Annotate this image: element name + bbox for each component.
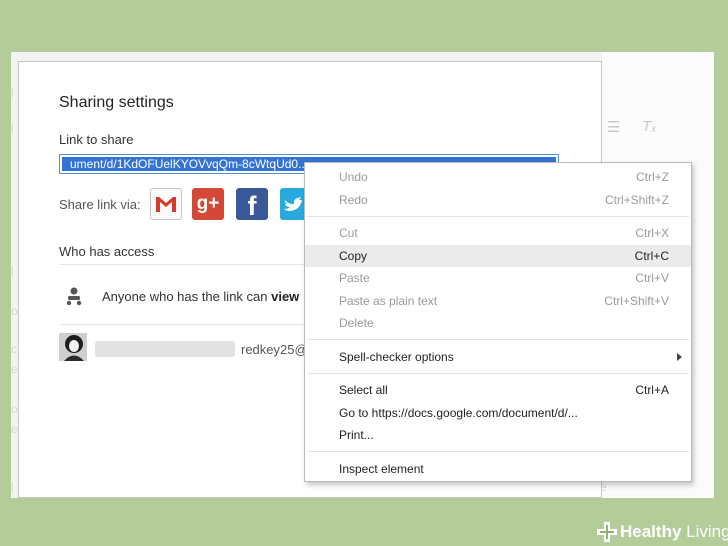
menu-item-paste[interactable]: Paste Ctrl+V [305, 267, 691, 289]
google-plus-icon[interactable]: g+ [192, 188, 224, 220]
brand-name: Healthy Living [620, 522, 728, 541]
user-email: redkey25@ [241, 342, 308, 357]
menu-item-label: Inspect element [339, 462, 424, 476]
menu-item-paste-as-plain-text[interactable]: Paste as plain text Ctrl+Shift+V [305, 290, 691, 312]
menu-separator [307, 339, 689, 340]
menu-item-label: Spell-checker options [339, 350, 454, 364]
menu-item-label: Paste as plain text [339, 294, 438, 308]
menu-item-shortcut: Ctrl+C [634, 249, 669, 263]
menu-item-inspect-element[interactable]: Inspect element [305, 458, 691, 480]
link-to-share-label: Link to share [59, 132, 134, 147]
menu-item-shortcut: Ctrl+X [635, 226, 669, 240]
menu-item-undo[interactable]: Undo Ctrl+Z [305, 166, 691, 188]
redacted-user-name [95, 341, 235, 357]
cross-icon [597, 522, 617, 542]
menu-separator [307, 216, 689, 217]
divider [59, 264, 309, 265]
clear-formatting-icon[interactable]: Tₓ [642, 118, 657, 135]
menu-item-label: Print... [339, 428, 374, 442]
align-icon[interactable]: ☰ [607, 118, 620, 136]
menu-item-label: Delete [339, 316, 374, 330]
menu-item-select-all[interactable]: Select all Ctrl+A [305, 379, 691, 401]
menu-item-copy[interactable]: Copy Ctrl+C [305, 245, 691, 267]
menu-item-cut[interactable]: Cut Ctrl+X [305, 222, 691, 244]
menu-item-label: Copy [339, 249, 368, 263]
menu-item-label: Cut [339, 226, 358, 240]
facebook-icon[interactable]: f [236, 188, 268, 221]
context-menu: Undo Ctrl+Z Redo Ctrl+Shift+Z Cut Ctrl+X Copy C… [304, 162, 692, 482]
link-access-permission: view [271, 289, 300, 304]
who-has-access-label: Who has access [59, 244, 155, 259]
menu-item-shortcut: Ctrl+V [635, 271, 669, 285]
link-access-description: Anyone who has the link can [102, 289, 272, 304]
menu-item-spell-checker-options[interactable]: Spell-checker options [305, 346, 691, 368]
menu-item-label: Redo [339, 193, 368, 207]
menu-item-go-to-https-docs-google-[interactable]: Go to https://docs.google.com/document/d… [305, 402, 691, 424]
menu-item-shortcut: Ctrl+Shift+Z [604, 193, 669, 207]
menu-item-label: Undo [339, 170, 368, 184]
menu-item-delete[interactable]: Delete [305, 312, 691, 334]
menu-item-print[interactable]: Print... [305, 424, 691, 446]
menu-item-shortcut: Ctrl+A [635, 383, 669, 397]
menu-item-label: Select all [339, 383, 388, 397]
divider [59, 324, 309, 325]
menu-separator [307, 373, 689, 374]
dialog-title: Sharing settings [59, 94, 174, 111]
link-sharing-icon [65, 286, 83, 306]
avatar [59, 333, 87, 361]
menu-separator [307, 451, 689, 452]
menu-item-shortcut: Ctrl+Z [636, 170, 669, 184]
menu-item-redo[interactable]: Redo Ctrl+Shift+Z [305, 189, 691, 211]
link-access-text[interactable]: Anyone who has the link can view [102, 289, 299, 304]
menu-item-label: Paste [339, 271, 370, 285]
gmail-icon[interactable] [150, 188, 182, 220]
menu-item-shortcut: Ctrl+Shift+V [604, 294, 669, 308]
menu-item-label: Go to https://docs.google.com/document/d… [339, 406, 578, 420]
submenu-arrow-icon [677, 353, 682, 361]
share-link-via-label: Share link via: [59, 197, 141, 212]
twitter-icon[interactable] [280, 188, 304, 220]
